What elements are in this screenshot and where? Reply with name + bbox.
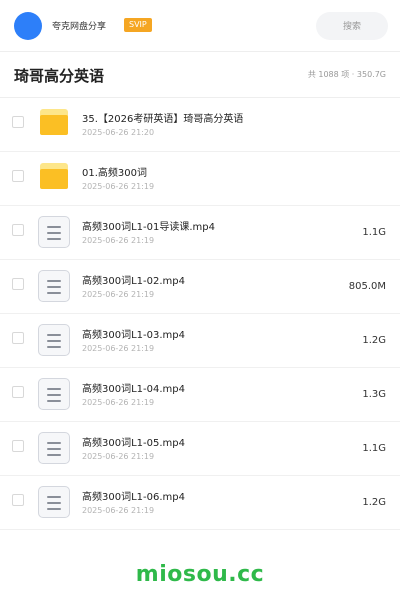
folder-icon (38, 108, 70, 140)
avatar[interactable] (14, 12, 42, 40)
file-name: 高频300词L1-02.mp4 (82, 276, 185, 287)
file-size: 1.2G (362, 335, 386, 346)
folder-meta: 共 1088 项 · 350.7G (307, 70, 386, 79)
file-name: 01.高频300词 (82, 168, 147, 179)
file-row[interactable]: 高频300词L1-05.mp4 2025-06-26 21:19 1.1G (0, 422, 400, 476)
file-row[interactable]: 高频300词L1-03.mp4 2025-06-26 21:19 1.2G (0, 314, 400, 368)
file-size: 805.0M (348, 281, 386, 292)
folder-title: 琦哥高分英语 (14, 67, 105, 85)
file-size: 1.1G (362, 443, 386, 454)
file-name: 高频300词L1-06.mp4 (82, 492, 185, 503)
file-name: 高频300词L1-05.mp4 (82, 438, 185, 449)
select-checkbox[interactable] (12, 494, 24, 506)
top-bar: 夸克网盘分享 SVIP 搜索 (0, 0, 400, 52)
file-row[interactable]: 高频300词L1-02.mp4 2025-06-26 21:19 805.0M (0, 260, 400, 314)
select-checkbox[interactable] (12, 224, 24, 236)
folder-header: 琦哥高分英语 共 1088 项 · 350.7G (0, 52, 400, 98)
file-date: 2025-06-26 21:19 (82, 290, 155, 299)
select-checkbox[interactable] (12, 386, 24, 398)
select-checkbox[interactable] (12, 116, 24, 128)
file-size: 1.3G (362, 389, 386, 400)
file-row[interactable]: 01.高频300词 2025-06-26 21:19 (0, 152, 400, 206)
file-date: 2025-06-26 21:19 (82, 398, 155, 407)
file-date: 2025-06-26 21:19 (82, 506, 155, 515)
video-file-icon (38, 270, 70, 302)
video-file-icon (38, 216, 70, 248)
file-name: 高频300词L1-03.mp4 (82, 330, 185, 341)
select-checkbox[interactable] (12, 278, 24, 290)
file-row[interactable]: 35.【2026考研英语】琦哥高分英语 2025-06-26 21:20 (0, 98, 400, 152)
share-title: 夸克网盘分享 (52, 22, 107, 32)
select-checkbox[interactable] (12, 332, 24, 344)
file-list: 35.【2026考研英语】琦哥高分英语 2025-06-26 21:20 01.… (0, 98, 400, 530)
video-file-icon (38, 378, 70, 410)
file-date: 2025-06-26 21:19 (82, 452, 155, 461)
file-row[interactable]: 高频300词L1-06.mp4 2025-06-26 21:19 1.2G (0, 476, 400, 530)
svip-badge: SVIP (124, 18, 152, 32)
file-row[interactable]: 高频300词L1-01导读课.mp4 2025-06-26 21:19 1.1G (0, 206, 400, 260)
file-date: 2025-06-26 21:19 (82, 236, 155, 245)
file-size: 1.1G (362, 227, 386, 238)
watermark-text: miosou.cc (135, 562, 265, 587)
file-date: 2025-06-26 21:19 (82, 182, 155, 191)
folder-icon (38, 162, 70, 194)
select-checkbox[interactable] (12, 170, 24, 182)
search-button[interactable]: 搜索 (316, 12, 388, 40)
file-name: 35.【2026考研英语】琦哥高分英语 (82, 114, 244, 125)
video-file-icon (38, 432, 70, 464)
file-size: 1.2G (362, 497, 386, 508)
file-date: 2025-06-26 21:19 (82, 344, 155, 353)
share-page: 夸克网盘分享 SVIP 搜索 琦哥高分英语 共 1088 项 · 350.7G … (0, 0, 400, 600)
file-name: 高频300词L1-04.mp4 (82, 384, 185, 395)
file-row[interactable]: 高频300词L1-04.mp4 2025-06-26 21:19 1.3G (0, 368, 400, 422)
video-file-icon (38, 324, 70, 356)
video-file-icon (38, 486, 70, 518)
file-date: 2025-06-26 21:20 (82, 128, 155, 137)
file-name: 高频300词L1-01导读课.mp4 (82, 222, 215, 233)
select-checkbox[interactable] (12, 440, 24, 452)
